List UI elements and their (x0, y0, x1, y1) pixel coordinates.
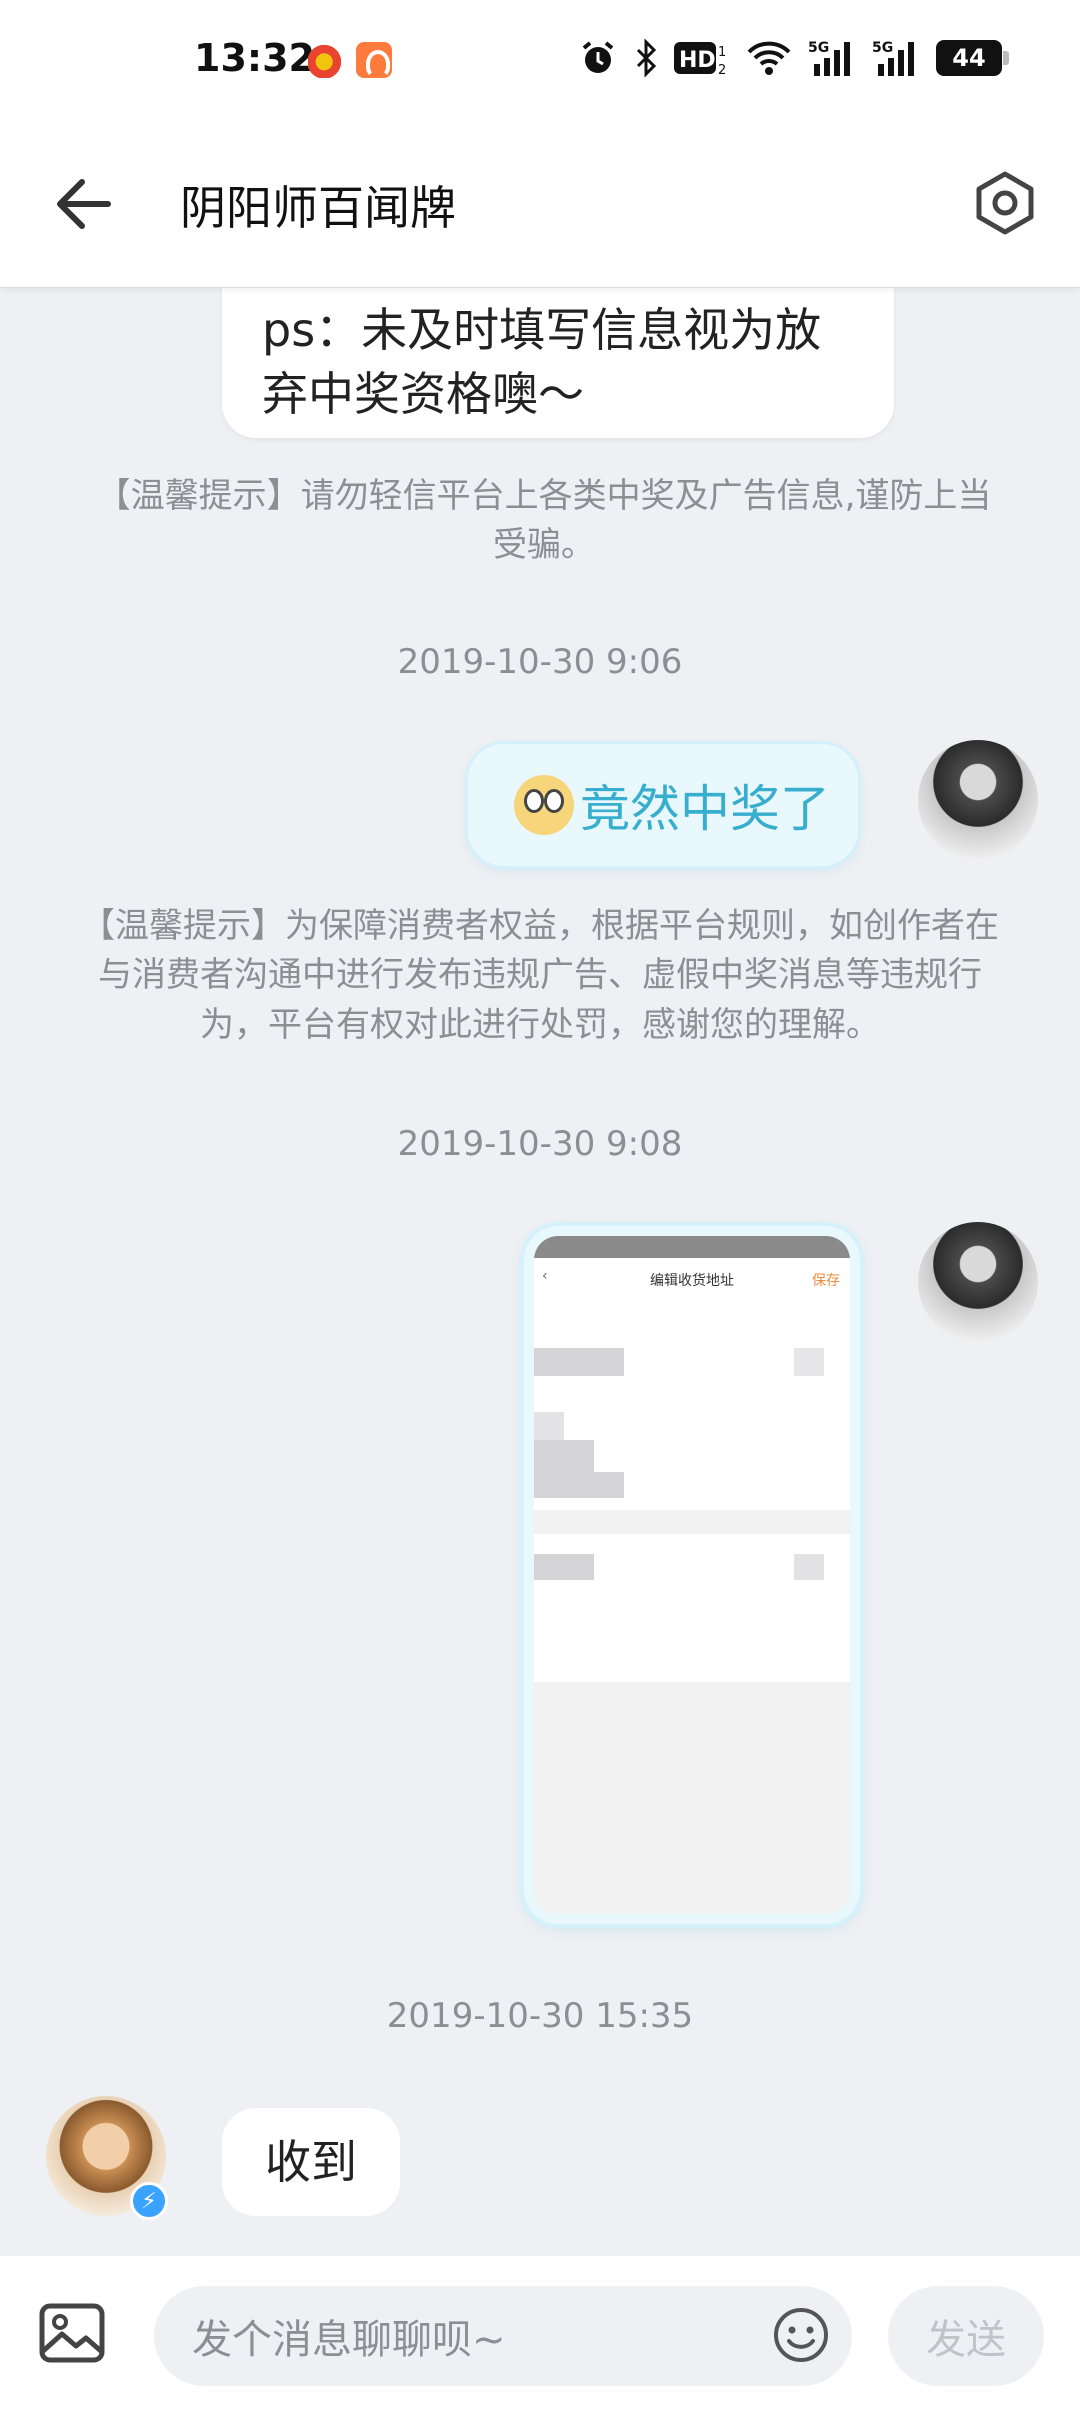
message-timestamp: 2019-10-30 9:08 (397, 1124, 683, 1164)
signal-5g-icon: 5G (808, 38, 856, 78)
pixelated-field (534, 1554, 594, 1580)
app-icon (356, 42, 392, 78)
image-message[interactable]: ‹ 编辑收货地址 保存 (524, 1226, 860, 1924)
pixelated-field (534, 1348, 624, 1376)
send-button[interactable]: 发送 (888, 2286, 1044, 2386)
pixelated-field (534, 1440, 594, 1472)
chat-header: 阴阳师百闻牌 (0, 122, 1080, 288)
arrow-left-icon (57, 179, 111, 229)
message-input[interactable]: 发个消息聊聊呗~ (154, 2286, 852, 2386)
warning-tip: 【温馨提示】请勿轻信平台上各类中奖及广告信息,谨防上当受骗。 (96, 476, 992, 566)
warning-tip: 【温馨提示】为保障消费者权益，根据平台规则，如创作者在与消费者沟通中进行发布违规… (81, 906, 999, 1045)
screenshot-status-bar (534, 1236, 850, 1258)
message-bubble: 收到 (222, 2108, 400, 2216)
sticker-text: 竟然中奖了 (580, 780, 830, 838)
wifi-icon (746, 38, 792, 78)
message-bubble: ps：未及时填写信息视为放弃中奖资格噢～ (222, 288, 894, 438)
crying-face-sticker-icon (514, 775, 574, 835)
status-bar: 13:32 HD 1 2 5G 5G 44 (0, 0, 1080, 122)
svg-text:HD: HD (679, 48, 716, 73)
back-button[interactable] (50, 174, 120, 234)
pixelated-field (794, 1348, 824, 1376)
hexagon-settings-icon (976, 171, 1034, 235)
hd-icon: HD 1 2 (674, 38, 730, 78)
status-time: 13:32 (194, 36, 315, 80)
pixelated-field (534, 1472, 624, 1498)
image-icon (39, 2303, 105, 2363)
settings-button[interactable] (970, 168, 1040, 238)
battery-level: 44 (952, 44, 986, 72)
screenshot-save: 保存 (812, 1273, 840, 1289)
pixelated-field (534, 1412, 564, 1440)
input-bar: 发个消息聊聊呗~ 发送 (0, 2256, 1080, 2412)
smiley-icon (774, 2308, 828, 2362)
status-icons: HD 1 2 5G 5G 44 (578, 36, 1009, 80)
message-text: 收到 (265, 2134, 357, 2189)
svg-text:5G: 5G (872, 40, 893, 56)
verified-badge-icon: ⚡ (130, 2182, 168, 2220)
sticker-message[interactable]: 竟然中奖了 (468, 744, 858, 866)
svg-text:1: 1 (718, 45, 726, 60)
bluetooth-icon (634, 38, 658, 78)
screenshot-title: 编辑收货地址 (650, 1273, 734, 1289)
battery-icon: 44 (936, 40, 1009, 76)
emoji-button[interactable] (772, 2306, 830, 2364)
svg-text:5G: 5G (808, 40, 829, 56)
message-timestamp: 2019-10-30 9:06 (397, 642, 683, 682)
alarm-icon (578, 38, 618, 78)
message-timestamp: 2019-10-30 15:35 (386, 1996, 694, 2036)
message-text: ps：未及时填写信息视为放弃中奖资格噢～ (262, 303, 822, 422)
my-avatar[interactable] (918, 1222, 1038, 1342)
address-screenshot-image: ‹ 编辑收货地址 保存 (534, 1236, 850, 1914)
svg-text:2: 2 (718, 63, 726, 78)
message-input-placeholder: 发个消息聊聊呗~ (192, 2317, 506, 2363)
weibo-icon (308, 42, 344, 78)
pixelated-field (794, 1554, 824, 1580)
image-picker-button[interactable] (38, 2302, 106, 2364)
signal-5g-icon: 5G (872, 38, 920, 78)
screenshot-header: ‹ 编辑收货地址 保存 (534, 1258, 850, 1298)
my-avatar[interactable] (918, 740, 1038, 860)
page-title: 阴阳师百闻牌 (180, 181, 456, 235)
message-list[interactable]: ps：未及时填写信息视为放弃中奖资格噢～ 【温馨提示】请勿轻信平台上各类中奖及广… (0, 288, 1080, 2256)
